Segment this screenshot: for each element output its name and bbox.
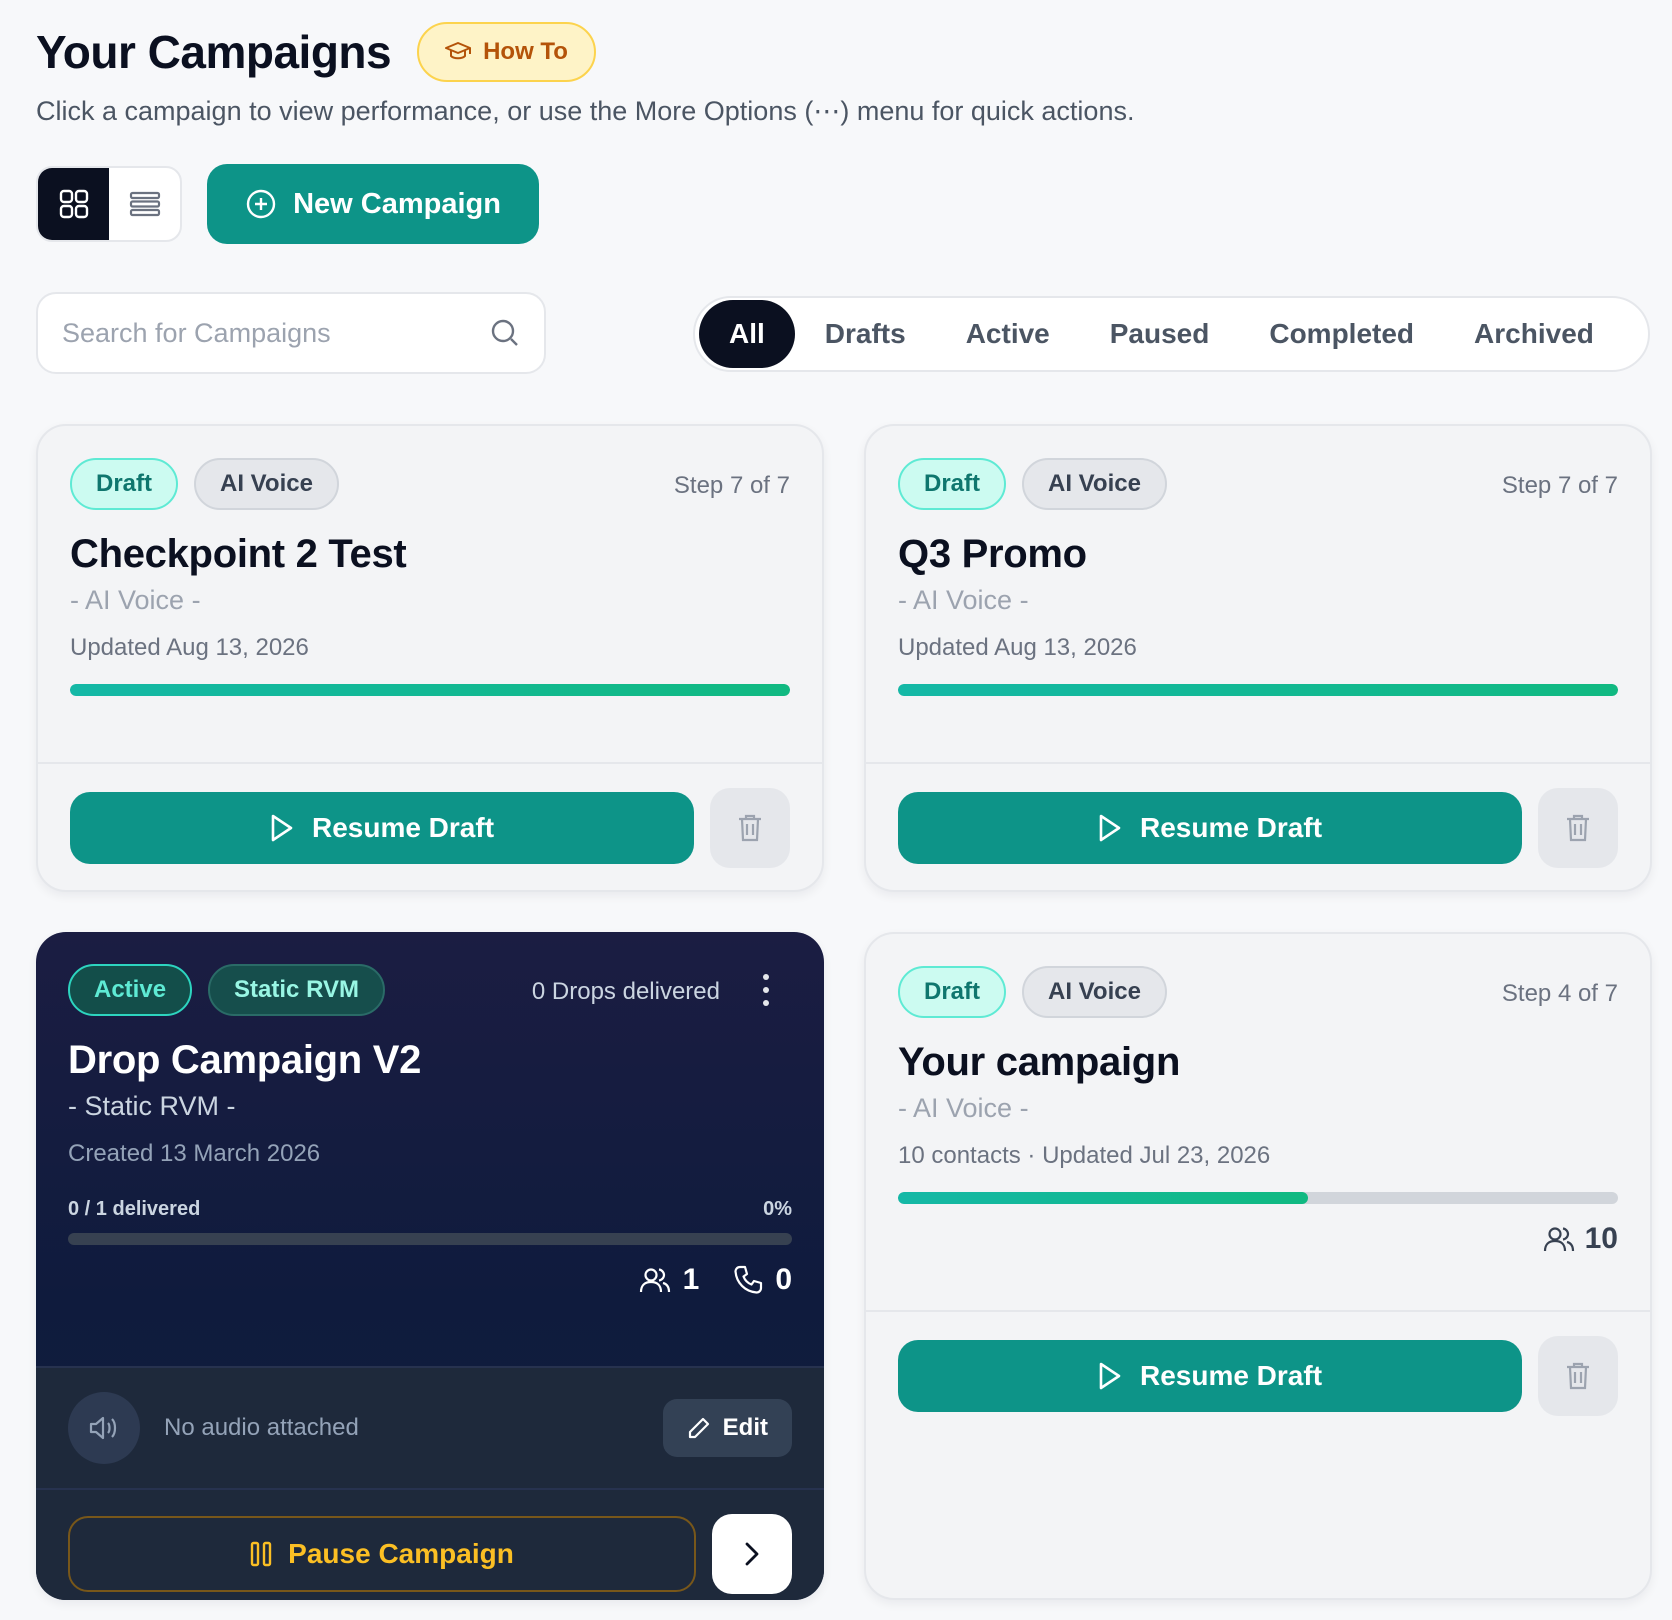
tab-active[interactable]: Active [936,300,1080,368]
tab-paused[interactable]: Paused [1080,300,1240,368]
step-indicator: Step 7 of 7 [673,472,790,499]
type-badge: Static RVM [208,964,385,1016]
progress-bar [898,1192,1618,1204]
campaign-updated: Updated Aug 13, 2026 [70,634,309,661]
type-badge: AI Voice [1022,966,1167,1018]
chevron-right-icon [745,1542,759,1566]
grid-view-button[interactable] [38,168,109,240]
campaign-card[interactable]: Draft AI Voice Step 7 of 7 Checkpoint 2 … [36,424,824,892]
search-box [36,292,546,374]
pencil-icon [688,1417,709,1439]
progress-fill [898,1192,1309,1204]
contacts-count: 1 [682,1263,700,1296]
contacts-stat: 10 [898,1222,1618,1256]
list-icon [129,191,160,217]
resume-draft-label: Resume Draft [1139,1360,1323,1391]
trash-icon [1567,1362,1589,1390]
audio-button[interactable] [68,1392,140,1464]
campaign-name: Checkpoint 2 Test [70,532,407,576]
drops-delivered: 0 Drops delivered [531,978,720,1005]
campaign-created: Created 13 March 2026 [68,1140,321,1167]
play-icon [1099,814,1121,842]
users-icon [1543,1227,1574,1252]
delete-button[interactable] [710,788,790,868]
calls-stat: 0 [733,1263,792,1297]
status-badge: Active [68,964,193,1016]
header: Your Campaigns How To [36,22,596,82]
campaign-card[interactable]: Draft AI Voice Step 7 of 7 Q3 Promo - AI… [864,424,1652,892]
play-icon [271,814,293,842]
progress-bar [898,684,1618,696]
type-badge: AI Voice [1022,458,1167,510]
graduation-cap-icon [445,42,472,60]
step-indicator: Step 7 of 7 [1501,472,1618,499]
more-options-icon[interactable] [760,974,772,1006]
delete-button[interactable] [1538,788,1618,868]
campaign-updated: 10 contacts · Updated Jul 23, 2026 [898,1142,1271,1169]
contacts-count: 10 [1584,1222,1618,1255]
how-to-label: How To [483,38,568,65]
delete-button[interactable] [1538,1336,1618,1416]
delivered-count: 0 / 1 delivered [68,1198,201,1220]
plus-circle-icon [246,189,276,219]
step-indicator: Step 4 of 7 [1501,980,1618,1007]
trash-icon [739,814,761,842]
new-campaign-label: New Campaign [293,187,501,220]
pause-campaign-label: Pause Campaign [288,1538,514,1569]
audio-row: No audio attached Edit [36,1366,824,1488]
campaign-card-active[interactable]: Active Static RVM 0 Drops delivered Drop… [36,932,824,1600]
resume-draft-label: Resume Draft [1139,812,1323,843]
no-audio-text: No audio attached [164,1414,359,1441]
tab-completed[interactable]: Completed [1239,300,1444,368]
how-to-button[interactable]: How To [417,22,596,82]
resume-draft-label: Resume Draft [311,812,495,843]
type-badge: AI Voice [194,458,339,510]
status-badge: Draft [898,966,1007,1018]
campaign-updated: Updated Aug 13, 2026 [898,634,1137,661]
contacts-stat: 1 [639,1263,700,1297]
speaker-icon [89,1416,117,1440]
progress-fill [898,684,1618,696]
resume-draft-button[interactable]: Resume Draft [70,792,694,864]
grid-icon [59,189,88,219]
tab-all[interactable]: All [699,300,795,368]
campaign-name: Q3 Promo [898,532,1087,576]
progress-fill [70,684,790,696]
campaign-type-subtitle: - Static RVM - [68,1091,236,1121]
pause-icon [250,1541,272,1567]
progress-bar [70,684,790,696]
page-subtitle: Click a campaign to view performance, or… [36,96,1135,126]
tab-drafts[interactable]: Drafts [795,300,936,368]
list-view-button[interactable] [109,168,180,240]
view-toggle [36,166,182,242]
open-campaign-button[interactable] [712,1514,792,1594]
trash-icon [1567,814,1589,842]
delivered-percent: 0% [763,1198,792,1220]
users-icon [639,1268,670,1293]
new-campaign-button[interactable]: New Campaign [207,164,539,244]
campaign-name: Your campaign [898,1040,1181,1084]
edit-audio-button[interactable]: Edit [662,1399,792,1457]
resume-draft-button[interactable]: Resume Draft [898,792,1522,864]
campaign-card[interactable]: Draft AI Voice Step 4 of 7 Your campaign… [864,932,1652,1600]
delivery-progress-bar [68,1233,792,1245]
play-icon [1099,1362,1121,1390]
status-badge: Draft [898,458,1007,510]
phone-icon [734,1265,763,1294]
campaign-type-subtitle: - AI Voice - [898,1093,1029,1123]
campaign-name: Drop Campaign V2 [68,1038,422,1082]
search-icon[interactable] [490,318,520,348]
page-title: Your Campaigns [36,26,392,78]
pause-campaign-button[interactable]: Pause Campaign [68,1516,696,1592]
filter-tabs: All Drafts Active Paused Completed Archi… [693,296,1650,372]
campaign-type-subtitle: - AI Voice - [70,585,201,615]
resume-draft-button[interactable]: Resume Draft [898,1340,1522,1412]
edit-label: Edit [722,1414,768,1441]
calls-count: 0 [775,1263,792,1296]
campaign-type-subtitle: - AI Voice - [898,585,1029,615]
status-badge: Draft [70,458,179,510]
tab-archived[interactable]: Archived [1444,300,1624,368]
search-input[interactable] [62,317,490,349]
